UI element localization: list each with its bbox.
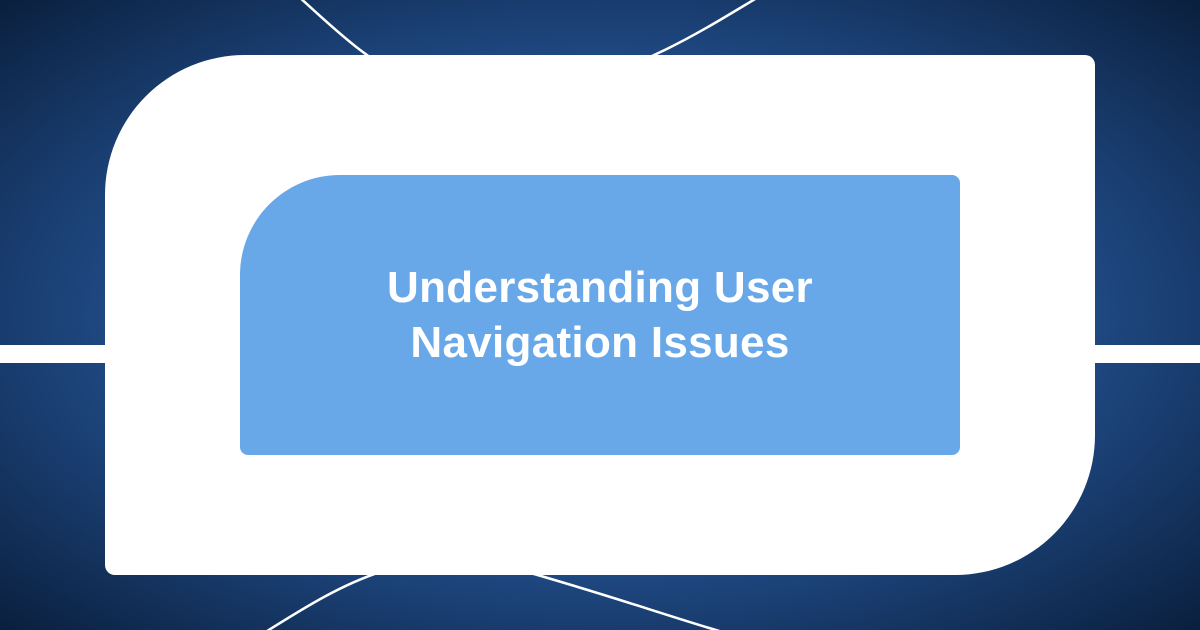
main-title: Understanding User Navigation Issues <box>300 260 900 370</box>
inner-blue-shape: Understanding User Navigation Issues <box>240 175 960 455</box>
